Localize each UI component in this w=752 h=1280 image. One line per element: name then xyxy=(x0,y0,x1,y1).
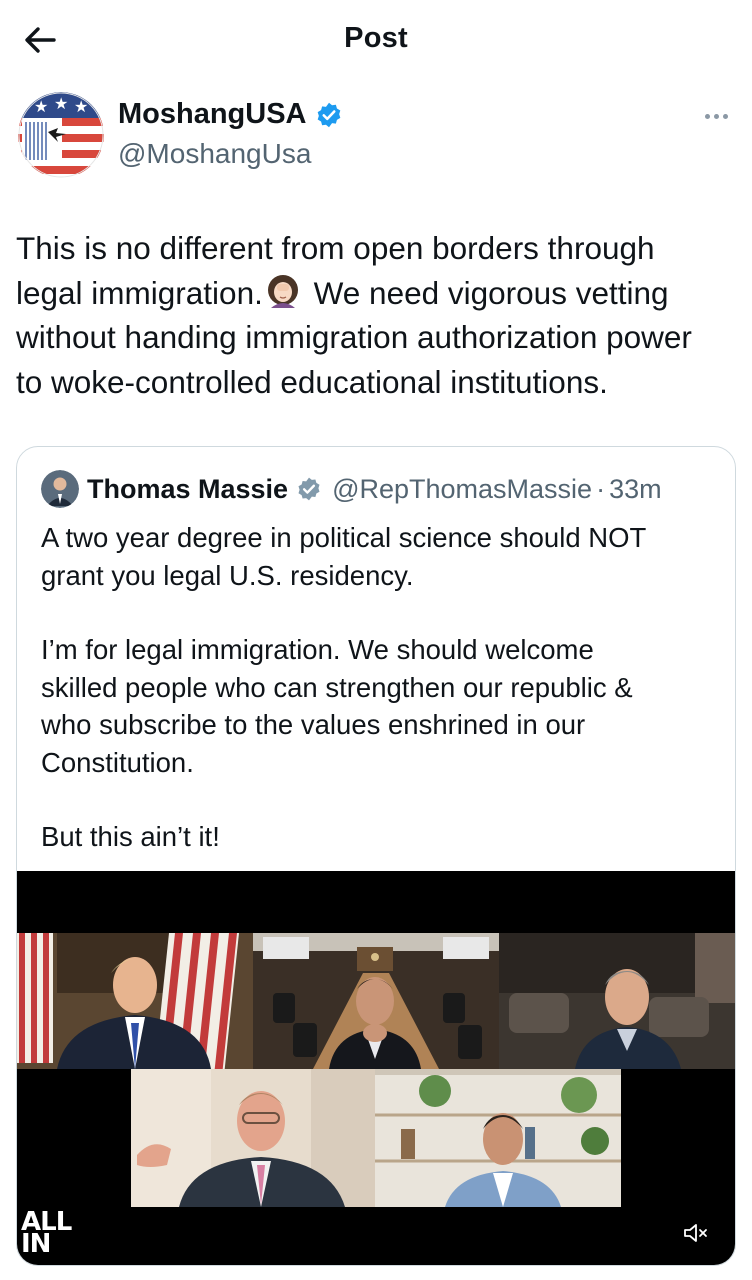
quoted-avatar[interactable] xyxy=(41,470,79,508)
post-line: to woke-controlled educational instituti… xyxy=(16,363,608,400)
mute-toggle-button[interactable] xyxy=(681,1218,711,1248)
quoted-line: grant you legal U.S. residency. xyxy=(41,559,414,591)
quoted-line: skilled people who can strengthen our re… xyxy=(41,671,633,703)
author-name-row[interactable]: MoshangUSA xyxy=(118,98,343,131)
video-tile-living-room xyxy=(499,933,735,1069)
more-options-button[interactable] xyxy=(698,104,734,128)
quoted-line: I’m for legal immigration. We should wel… xyxy=(41,634,594,665)
quoted-line: A two year degree in political science s… xyxy=(41,522,647,553)
post-line-segment: legal immigration. xyxy=(16,274,263,311)
top-bar: Post xyxy=(0,0,752,82)
post-line-with-emoji: legal immigration. We need vigorous vett… xyxy=(16,271,742,316)
svg-text:★: ★ xyxy=(34,97,48,116)
quoted-author-name: Thomas Massie xyxy=(87,473,289,504)
post-author: ★ ★ ★ MoshangUSA @MoshangUsa xyxy=(18,92,734,182)
speaker-muted-icon xyxy=(684,1224,707,1242)
quoted-post-text: A two year degree in political science s… xyxy=(41,519,721,856)
svg-text:★: ★ xyxy=(74,97,88,116)
woman-facepalming-emoji xyxy=(267,274,298,308)
avatar[interactable]: ★ ★ ★ xyxy=(18,92,104,178)
page-title: Post xyxy=(344,22,408,54)
svg-text:★: ★ xyxy=(54,94,68,113)
quoted-line: Constitution. xyxy=(41,746,194,778)
author-handle[interactable]: @MoshangUsa xyxy=(118,138,311,170)
author-name: MoshangUSA xyxy=(118,98,307,130)
quoted-post-card[interactable]: Thomas Massie @RepThomasMassie · 33m A t… xyxy=(16,446,736,1266)
quoted-line: But this ain’t it! xyxy=(41,821,220,852)
quoted-post-header: Thomas Massie @RepThomasMassie · 33m xyxy=(41,469,662,509)
video-tile-conference-room xyxy=(253,933,499,1069)
post-text: This is no different from open borders t… xyxy=(16,226,742,404)
all-in-logo: ALL IN xyxy=(21,1207,72,1259)
quoted-author-handle: @RepThomasMassie xyxy=(332,473,593,504)
quoted-line: who subscribe to the values enshrined in… xyxy=(41,709,586,740)
video-player[interactable]: ALL IN xyxy=(17,871,735,1265)
post-line: This is no different from open borders t… xyxy=(16,230,655,266)
separator-dot: · xyxy=(596,473,606,504)
verified-gray-badge-icon xyxy=(298,477,320,501)
more-horizontal-icon xyxy=(704,113,710,119)
video-tile-office-speaker xyxy=(131,1069,375,1207)
post-line-segment: We need vigorous vetting xyxy=(313,274,669,311)
quoted-timestamp: 33m xyxy=(609,473,662,504)
video-tile-bookshelf xyxy=(375,1069,621,1207)
verified-badge-icon xyxy=(317,102,340,127)
post-line: without handing immigration authorizatio… xyxy=(16,319,692,355)
video-tile-oval-office xyxy=(17,933,253,1069)
